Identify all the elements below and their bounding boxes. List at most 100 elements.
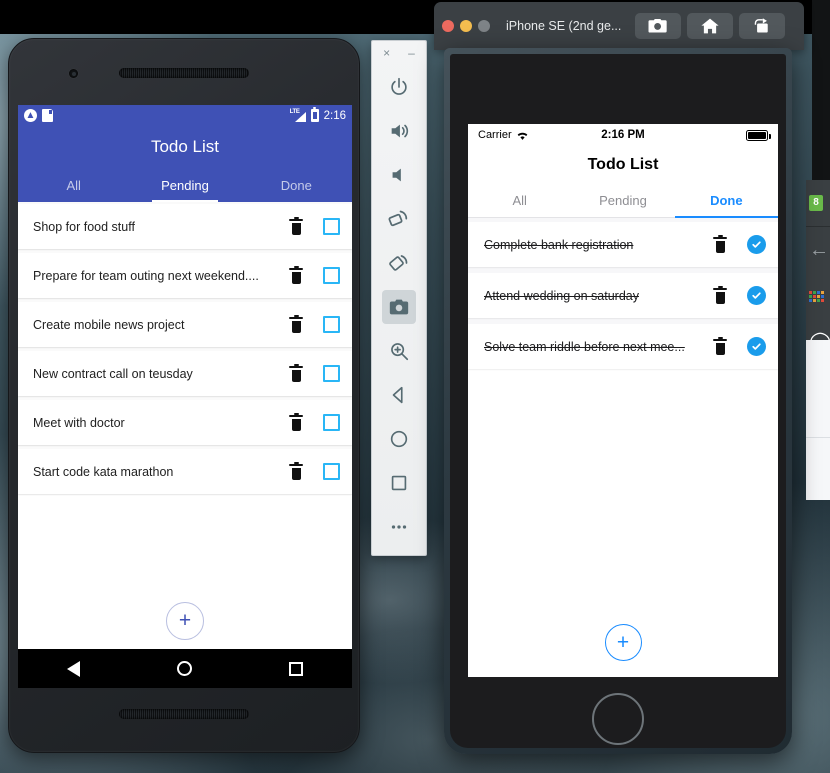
close-icon[interactable] [442,20,454,32]
edge-window-panel [806,340,830,500]
rotate-right-icon[interactable] [382,246,416,280]
android-navigation-bar[interactable] [18,649,352,688]
ios-tab-bar[interactable]: All Pending Done [468,184,778,218]
power-icon[interactable] [382,70,416,104]
complete-checkbox[interactable] [323,267,340,284]
close-icon[interactable]: × [383,46,390,60]
list-item[interactable]: Start code kata marathon [18,449,352,494]
ios-screen: Carrier 2:16 PM Todo List All Pending Do… [468,124,778,677]
minimize-icon[interactable] [460,20,472,32]
tab-done[interactable]: Done [674,184,778,218]
tab-done[interactable]: Done [241,168,352,202]
bottom-speaker [119,709,249,719]
recents-icon[interactable] [289,661,304,676]
list-item[interactable]: Solve team riddle before next mee... [468,324,778,369]
rotate-icon [755,18,769,33]
tab-pending[interactable]: Pending [129,168,240,202]
battery-icon [310,107,319,122]
edge-dock-item-green-app[interactable]: 8 [806,180,830,226]
earpiece-speaker [119,68,249,78]
list-item[interactable]: Prepare for team outing next weekend.... [18,253,352,298]
ios-home-button[interactable] [592,693,644,745]
edge-dock-item-circle[interactable]: ◯ [806,319,830,340]
apps-grid-icon [809,290,824,302]
divider [806,437,830,438]
ios-app-bar: Todo List [468,146,778,184]
delete-icon[interactable] [289,265,303,284]
edge-dock-item-apps[interactable] [806,273,830,319]
maximize-icon[interactable] [478,20,490,32]
delete-icon[interactable] [713,336,727,355]
ios-status-bar: Carrier 2:16 PM [468,124,778,146]
carrier-label: Carrier [478,129,529,141]
delete-icon[interactable] [289,216,303,235]
volume-up-icon[interactable] [382,114,416,148]
add-todo-fab[interactable]: + [166,602,204,640]
complete-checkbox[interactable] [323,316,340,333]
completed-checkbox[interactable] [747,235,766,254]
status-clock: 2:16 [323,109,346,122]
android-app-bar: Todo List [18,126,352,168]
todo-text: Create mobile news project [33,317,185,332]
add-todo-fab[interactable]: + [604,624,642,661]
list-item[interactable]: Complete bank registration [468,222,778,267]
minimize-icon[interactable]: – [408,46,415,60]
delete-icon[interactable] [289,461,303,480]
completed-checkbox[interactable] [747,337,766,356]
list-item[interactable]: Meet with doctor [18,400,352,445]
check-icon [752,292,761,299]
volume-down-icon[interactable] [382,158,416,192]
complete-checkbox[interactable] [323,365,340,382]
check-icon [752,241,761,248]
list-item[interactable]: Create mobile news project [18,302,352,347]
android-screen: ▲ LTE 2:16 Todo List All Pending Done Sh… [18,105,352,688]
back-icon[interactable] [66,660,80,677]
delete-icon[interactable] [289,363,303,382]
list-item[interactable]: Shop for food stuff [18,204,352,249]
zoom-icon[interactable] [382,334,416,368]
delete-icon[interactable] [289,412,303,431]
battery-icon [746,129,771,141]
carrier-text: Carrier [478,129,512,141]
complete-checkbox[interactable] [323,414,340,431]
rotate-left-icon[interactable] [382,202,416,236]
completed-checkbox[interactable] [747,286,766,305]
screenshot-icon[interactable] [382,290,416,324]
tab-all[interactable]: All [468,184,571,217]
back-icon[interactable] [382,378,416,412]
home-icon [701,18,719,34]
android-tab-bar[interactable]: All Pending Done [18,168,352,202]
delete-icon[interactable] [713,234,727,253]
signal-icon: LTE [290,109,306,122]
sd-card-icon [42,109,53,122]
rotate-button[interactable] [739,13,786,39]
ios-simulator-titlebar[interactable]: iPhone SE (2nd ge... [434,2,804,50]
ios-device-body: Carrier 2:16 PM Todo List All Pending Do… [450,54,786,748]
list-item[interactable]: Attend wedding on saturday [468,273,778,318]
android-status-bar: ▲ LTE 2:16 [18,105,352,126]
home-button[interactable] [687,13,734,39]
page-title: Todo List [150,137,220,156]
overview-icon[interactable] [382,466,416,500]
home-icon[interactable] [176,661,192,676]
home-icon[interactable] [382,422,416,456]
page-title: Todo List [587,156,659,173]
emulator-toolbar[interactable]: × – [371,40,427,556]
tab-all[interactable]: All [18,168,129,202]
more-icon[interactable] [382,510,416,544]
complete-checkbox[interactable] [323,218,340,235]
wifi-icon [517,132,527,140]
screenshot-button[interactable] [635,13,682,39]
delete-icon[interactable] [289,314,303,333]
todo-text: Solve team riddle before next mee... [484,339,685,354]
edge-dock-item-back[interactable]: ← [806,227,830,273]
circle-app-icon: ◯ [809,332,830,340]
list-item[interactable]: New contract call on teusday [18,351,352,396]
complete-checkbox[interactable] [323,463,340,480]
todo-text: Attend wedding on saturday [484,288,639,303]
delete-icon[interactable] [713,285,727,304]
edge-dock[interactable]: 8 ← ◯ [806,180,830,340]
tab-pending[interactable]: Pending [571,184,674,217]
status-clock: 2:16 PM [601,129,645,141]
android-emulator-device: ▲ LTE 2:16 Todo List All Pending Done Sh… [8,38,360,753]
